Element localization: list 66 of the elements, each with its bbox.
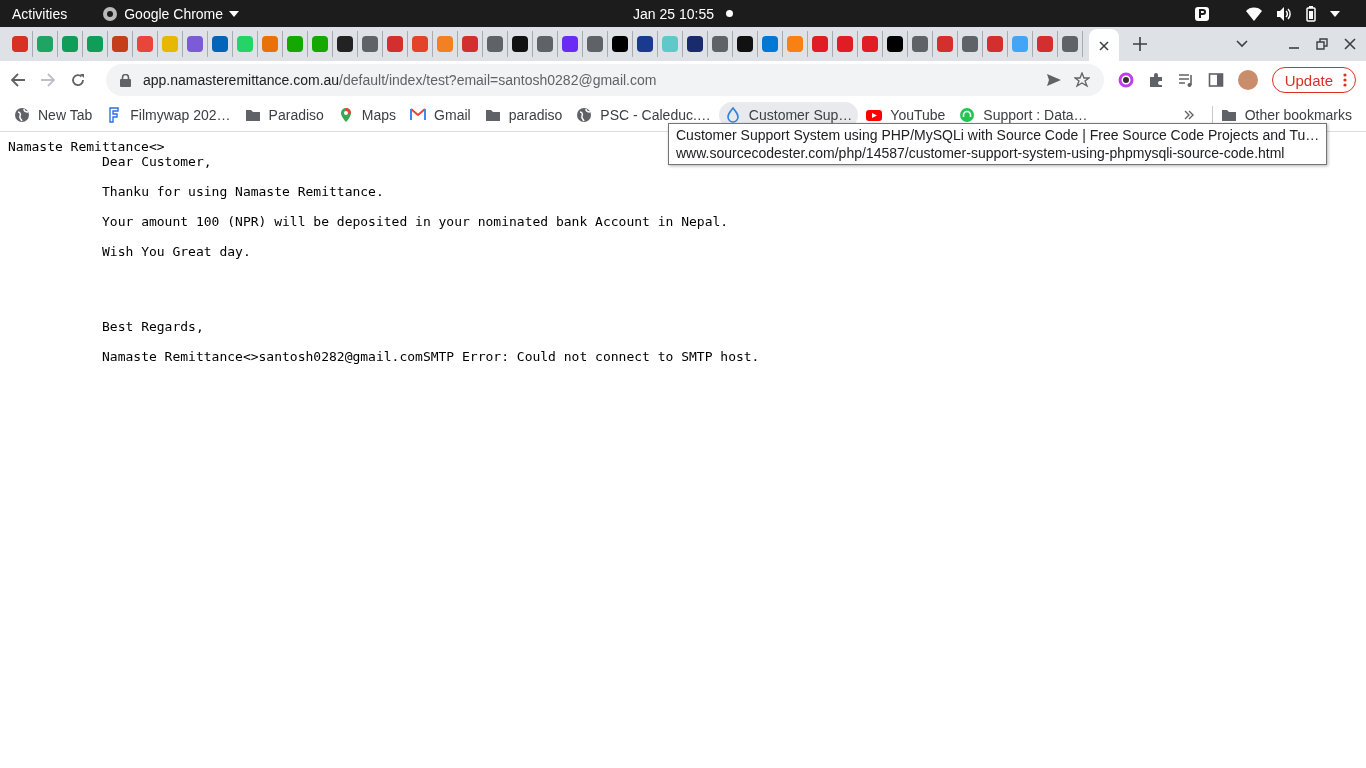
bookmark[interactable]: New Tab xyxy=(8,102,99,128)
restore-icon[interactable] xyxy=(1316,38,1328,50)
bookmark[interactable]: Gmail xyxy=(404,102,477,128)
profile-avatar[interactable] xyxy=(1237,70,1258,90)
folder-icon xyxy=(244,107,261,123)
tooltip-title: Customer Support System using PHP/MySQLi with Source Code | Free Source Code Projects and Tu… xyxy=(676,126,1320,144)
bookmark-label: Gmail xyxy=(434,107,471,123)
bookmark-label: Other bookmarks xyxy=(1244,107,1352,123)
paragraph: Wish You Great day. xyxy=(102,244,252,259)
address-bar[interactable]: app.namasteremittance.com.au/default/index/test?email=santosh0282@gmail.com xyxy=(106,64,1104,96)
new-tab-icon[interactable] xyxy=(1133,37,1147,51)
drop-icon xyxy=(724,107,741,123)
paragraph: Thanku for using Namaste Remittance. xyxy=(102,184,385,199)
globe-icon xyxy=(576,107,593,123)
activities-button[interactable]: Activities xyxy=(12,5,68,22)
bookmark-label: Support : Data… xyxy=(983,107,1088,123)
chevron-down-icon[interactable] xyxy=(1236,40,1248,48)
bookmark[interactable]: Maps xyxy=(331,102,403,128)
url-text: app.namasteremittance.com.au/default/index/test?email=santosh0282@gmail.com xyxy=(143,72,658,88)
side-panel-icon[interactable] xyxy=(1207,72,1224,88)
paragraph: Your amount 100 (NPR) will be deposited in your nominated bank Account in Nepal. xyxy=(102,214,730,229)
bookmark-label: Customer Sup… xyxy=(748,107,853,123)
bookmark[interactable]: Other bookmarks xyxy=(1214,107,1358,123)
close-icon[interactable] xyxy=(1099,41,1109,51)
bookmark[interactable]: PSC - Caleduc.… xyxy=(570,102,717,128)
bookmark-label: Maps xyxy=(361,107,397,123)
bookmark[interactable]: Paradiso xyxy=(238,102,330,128)
reload-icon[interactable] xyxy=(70,72,86,88)
puzzle-icon[interactable] xyxy=(1147,72,1164,88)
tooltip-url: www.sourcecodester.com/php/14587/customer-support-system-using-phpmysqli-source-code.html xyxy=(676,144,1286,162)
ring-icon[interactable] xyxy=(1117,72,1134,88)
globe-icon xyxy=(14,107,30,123)
lock-icon xyxy=(120,73,131,87)
volume-icon[interactable] xyxy=(1276,5,1292,22)
more-icon xyxy=(1343,73,1347,87)
bookmark[interactable]: YouTube xyxy=(860,102,952,128)
bookmark-label: YouTube xyxy=(890,107,946,123)
bookmark-label: New Tab xyxy=(38,107,93,123)
bookmark-label: paradiso xyxy=(508,107,563,123)
back-icon[interactable] xyxy=(10,72,26,88)
folder-icon xyxy=(484,107,501,123)
bookmark-label: PSC - Caleduc.… xyxy=(600,107,711,123)
bookmark[interactable]: Filmywap 202… xyxy=(100,102,237,128)
paragraph: Best Regards, xyxy=(102,319,205,334)
play-icon xyxy=(866,107,883,123)
paragraph: Namaste Remittance<>santosh0282@gmail.comSMTP Error: Could not connect to SMTP host. xyxy=(102,349,761,364)
clock[interactable]: Jan 25 10:55 xyxy=(633,5,714,22)
notification-dot-icon xyxy=(726,10,733,17)
bookmark[interactable]: Support : Data… xyxy=(953,102,1094,128)
media-icon[interactable] xyxy=(1177,72,1194,88)
close-icon[interactable] xyxy=(1344,38,1356,50)
browser-logo-icon xyxy=(102,5,119,22)
caret-icon[interactable] xyxy=(1330,10,1340,17)
battery-icon[interactable] xyxy=(1306,5,1316,22)
caret-icon xyxy=(229,10,240,17)
send-icon[interactable] xyxy=(1045,72,1062,88)
mail-icon xyxy=(410,107,427,123)
update-button[interactable]: Update xyxy=(1271,67,1356,93)
bookmark-label: Paradiso xyxy=(268,107,324,123)
wifi-icon[interactable] xyxy=(1246,5,1262,22)
parking-icon[interactable] xyxy=(1194,5,1210,22)
app-menu[interactable]: Google Chrome xyxy=(124,5,224,22)
star-icon[interactable] xyxy=(1073,72,1090,88)
bookmark-label: Filmywap 202… xyxy=(130,107,231,123)
header-text: Namaste Remittance<> xyxy=(8,139,165,154)
bookmark[interactable]: paradiso xyxy=(478,102,569,128)
